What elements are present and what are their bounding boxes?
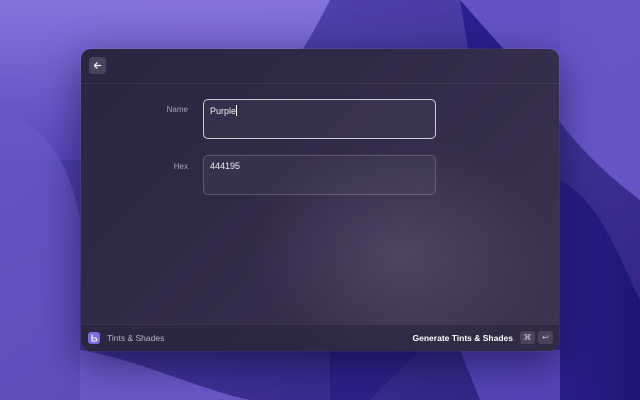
- hex-field-value: 444195: [210, 161, 241, 171]
- tints-shades-icon: [88, 332, 100, 344]
- name-label: Name: [166, 105, 188, 114]
- command-key-icon: ⌘: [520, 331, 535, 344]
- command-window: Name Purple Hex 444195 Tints & Shades Ge…: [81, 49, 559, 351]
- back-button[interactable]: [89, 57, 106, 74]
- hex-label: Hex: [173, 162, 188, 171]
- extension-name: Tints & Shades: [107, 333, 165, 343]
- text-caret: [236, 105, 238, 116]
- arrow-left-icon: [93, 61, 102, 70]
- generate-tints-shades-button[interactable]: Generate Tints & Shades: [413, 333, 513, 343]
- name-field-value: Purple: [210, 106, 237, 116]
- return-key-icon: ↩: [538, 331, 553, 344]
- name-field[interactable]: Purple: [203, 99, 436, 139]
- window-topbar: [81, 49, 559, 84]
- hex-field[interactable]: 444195: [203, 155, 436, 195]
- action-bar: Tints & Shades Generate Tints & Shades ⌘…: [81, 324, 559, 351]
